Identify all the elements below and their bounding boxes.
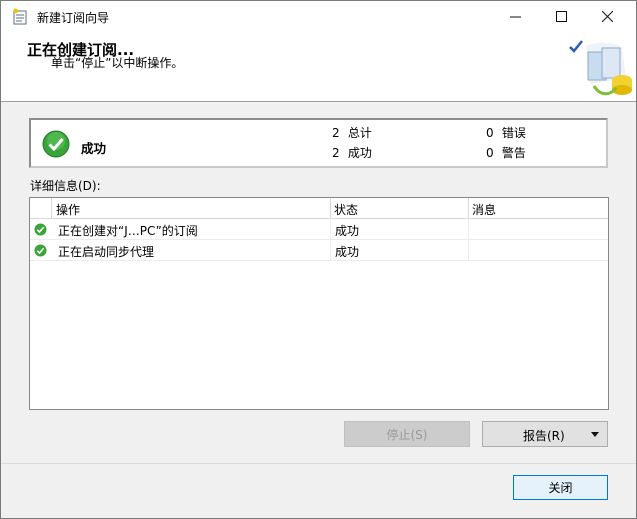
maximize-button[interactable] <box>538 1 584 32</box>
cell-divider <box>330 240 331 261</box>
success-count: 2 <box>332 146 340 160</box>
status-summary: 成功 2 总计 2 成功 0 错误 0 警告 <box>29 118 608 168</box>
success-label: 成功 <box>347 146 372 160</box>
row-action: 正在创建对“J…PC”的订阅 <box>58 224 198 238</box>
cell-divider <box>468 219 469 240</box>
success-stat: 2 成功 <box>332 144 372 161</box>
warning-stat: 0 警告 <box>486 144 526 161</box>
row-status: 成功 <box>335 224 360 238</box>
details-grid[interactable]: 操作 状态 消息 正在创建对“J…PC”的订阅 成功 正在启动同步代理 成功 <box>29 197 609 410</box>
column-divider[interactable] <box>468 198 469 219</box>
column-divider[interactable] <box>330 198 331 219</box>
wizard-header: 正在创建订阅... 单击“停止”以中断操作。 <box>1 32 636 102</box>
error-stat: 0 错误 <box>486 124 526 141</box>
stop-button[interactable]: 停止(S) <box>344 421 470 447</box>
close-icon <box>601 11 613 22</box>
cell-divider <box>330 219 331 240</box>
close-button[interactable]: 关闭 <box>513 475 608 500</box>
total-stat: 2 总计 <box>332 124 372 141</box>
column-header-status[interactable]: 状态 <box>334 201 358 218</box>
wizard-window: 新建订阅向导 正在创建订阅... 单击“停止”以中断操作。 成功 2 总计 2 … <box>0 0 637 519</box>
column-divider[interactable] <box>51 198 52 219</box>
success-check-icon <box>34 244 47 257</box>
warning-count: 0 <box>486 146 494 160</box>
cell-divider <box>468 240 469 261</box>
row-status: 成功 <box>335 245 360 259</box>
total-label: 总计 <box>347 126 372 140</box>
window-title: 新建订阅向导 <box>37 11 110 25</box>
close-window-button[interactable] <box>584 1 630 32</box>
dropdown-arrow-icon[interactable] <box>590 429 600 439</box>
grid-header: 操作 状态 消息 <box>30 198 608 219</box>
minimize-button[interactable] <box>492 1 538 32</box>
table-row[interactable]: 正在创建对“J…PC”的订阅 成功 <box>30 219 608 240</box>
success-check-icon <box>34 223 47 236</box>
page-subtitle: 单击“停止”以中断操作。 <box>51 56 184 70</box>
success-check-icon <box>42 130 70 158</box>
total-count: 2 <box>332 126 340 140</box>
report-button[interactable]: 报告(R) <box>482 421 608 447</box>
error-count: 0 <box>486 126 494 140</box>
error-label: 错误 <box>501 126 526 140</box>
overall-status: 成功 <box>81 141 107 156</box>
column-header-action[interactable]: 操作 <box>56 201 80 218</box>
title-bar: 新建订阅向导 <box>1 1 636 32</box>
details-label: 详细信息(D): <box>30 179 101 193</box>
warning-label: 警告 <box>501 146 526 160</box>
row-action: 正在启动同步代理 <box>58 245 155 259</box>
maximize-icon <box>555 11 567 22</box>
report-button-label: 报告(R) <box>523 429 565 443</box>
subscription-wizard-icon <box>569 40 632 96</box>
minimize-icon <box>509 16 521 18</box>
table-row[interactable]: 正在启动同步代理 成功 <box>30 240 608 261</box>
column-header-message[interactable]: 消息 <box>472 201 496 218</box>
wizard-app-icon <box>13 8 27 25</box>
